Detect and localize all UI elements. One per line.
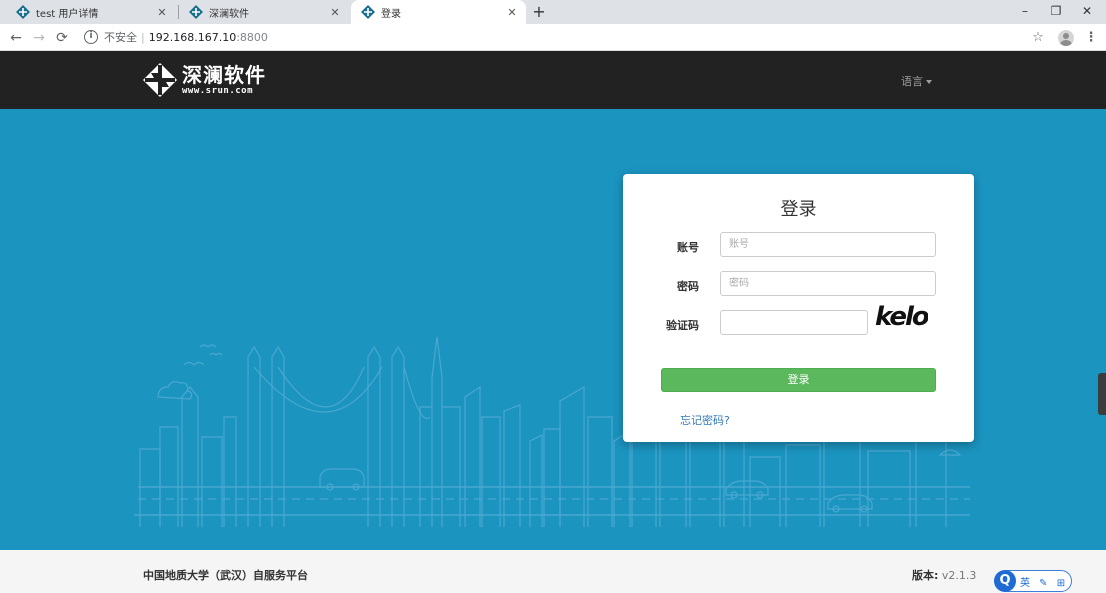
site-header: 深澜软件 www.srun.com 语言: [0, 51, 1106, 109]
ime-logo-icon: Q: [994, 570, 1016, 592]
caret-down-icon: [926, 80, 932, 84]
login-card: 登录 账号 密码 验证码 kelo 登录 忘记密码?: [623, 174, 974, 442]
browser-tab-label: 深澜软件: [209, 8, 249, 20]
profile-button[interactable]: [1056, 28, 1076, 48]
close-window-button[interactable]: ✕: [1070, 0, 1104, 24]
logo-text: 深澜软件: [182, 63, 266, 87]
language-dropdown[interactable]: 语言: [901, 73, 932, 89]
browser-tab-srun[interactable]: 深澜软件 ✕: [179, 0, 349, 24]
ime-mode-label: 英 ✎ ⊞: [1020, 577, 1069, 589]
forward-button[interactable]: →: [29, 28, 49, 48]
browser-tab-login[interactable]: 登录 ✕: [351, 0, 526, 24]
site-favicon-icon: [189, 5, 203, 19]
back-button[interactable]: ←: [6, 28, 26, 48]
login-title: 登录: [780, 199, 817, 220]
login-button[interactable]: 登录: [661, 368, 936, 392]
info-icon[interactable]: i: [84, 30, 98, 44]
srun-logo[interactable]: 深澜软件 www.srun.com: [142, 62, 266, 98]
side-panel-handle[interactable]: [1098, 373, 1106, 415]
browser-tab-bar: test 用户详情 ✕ 深澜软件 ✕ 登录 ✕ + – ❐ ✕: [0, 0, 1106, 24]
password-input[interactable]: [720, 271, 936, 296]
version-info: 版本: v2.1.3: [912, 567, 976, 583]
close-tab-icon[interactable]: ✕: [329, 6, 341, 19]
svg-text:kelo: kelo: [875, 302, 928, 331]
bookmark-star-icon[interactable]: ☆: [1028, 28, 1048, 48]
captcha-label: 验证码: [666, 319, 699, 332]
password-label: 密码: [677, 280, 699, 293]
logo-url: www.srun.com: [182, 86, 254, 96]
security-status: 不安全: [104, 31, 137, 44]
account-label: 账号: [677, 241, 699, 254]
url-host: 192.168.167.10: [148, 30, 237, 44]
forgot-password-link[interactable]: 忘记密码?: [680, 412, 730, 428]
browser-tab-user-details[interactable]: test 用户详情 ✕: [6, 0, 176, 24]
browser-menu-icon[interactable]: ⋮: [1081, 28, 1101, 48]
site-favicon-icon: [16, 5, 30, 19]
url-port: :8800: [236, 30, 268, 44]
new-tab-button[interactable]: +: [529, 0, 549, 24]
restore-window-button[interactable]: ❐: [1039, 0, 1073, 24]
avatar-icon: [1058, 30, 1074, 46]
captcha-input[interactable]: [720, 310, 868, 335]
version-value: v2.1.3: [941, 569, 977, 582]
close-tab-icon[interactable]: ✕: [156, 6, 168, 19]
address-divider: |: [141, 30, 145, 44]
browser-toolbar: ← → ⟳ i 不安全 | 192.168.167.10:8800 ☆ ⋮: [0, 24, 1106, 51]
srun-logo-icon: [143, 63, 177, 97]
site-favicon-icon: [361, 5, 375, 19]
reload-button[interactable]: ⟳: [52, 28, 72, 48]
close-tab-icon[interactable]: ✕: [506, 6, 518, 19]
site-footer: 中国地质大学（武汉）自服务平台 版本: v2.1.3 Q 英 ✎ ⊞: [0, 550, 1106, 593]
minimize-window-button[interactable]: –: [1008, 0, 1042, 24]
account-input[interactable]: [720, 232, 936, 257]
browser-tab-label: test 用户详情: [36, 8, 99, 20]
captcha-image[interactable]: kelo: [874, 301, 928, 331]
browser-tab-label: 登录: [381, 8, 401, 20]
ime-toolbar[interactable]: Q 英 ✎ ⊞: [994, 570, 1072, 592]
language-label: 语言: [901, 75, 923, 88]
address-bar[interactable]: i 不安全 | 192.168.167.10:8800: [78, 27, 1078, 47]
platform-name: 中国地质大学（武汉）自服务平台: [143, 569, 308, 582]
version-label: 版本:: [912, 569, 939, 582]
